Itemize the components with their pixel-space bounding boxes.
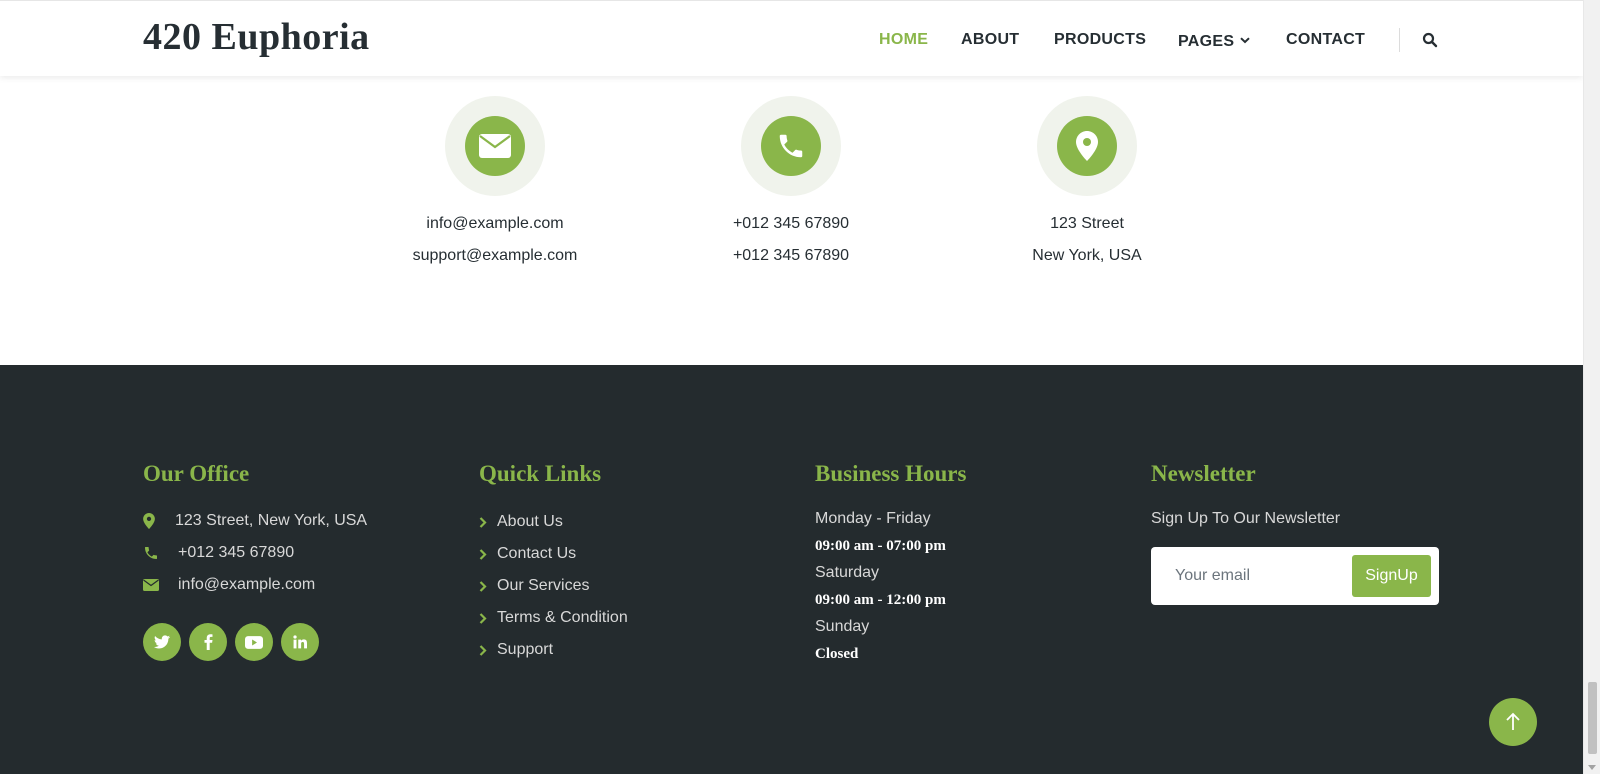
nav-divider [1399, 28, 1400, 52]
phone-icon [761, 116, 821, 176]
chevron-right-icon [479, 516, 497, 528]
quick-link-services[interactable]: Our Services [479, 570, 779, 602]
office-address-row: 123 Street, New York, USA [143, 505, 443, 537]
contact-email-block: info@example.com support@example.com [385, 96, 605, 272]
chevron-right-icon [479, 612, 497, 624]
phone-icon [143, 545, 178, 561]
scroll-down-arrow-icon[interactable] [1588, 765, 1596, 770]
page: 420 Euphoria HOME ABOUT PRODUCTS PAGES C… [0, 0, 1583, 774]
footer-hours-title: Business Hours [815, 461, 967, 486]
chevron-right-icon [479, 548, 497, 560]
hours-saturday-time: 09:00 am - 12:00 pm [815, 592, 946, 608]
search-icon[interactable] [1422, 32, 1440, 50]
nav-item-pages[interactable]: PAGES [1178, 31, 1251, 51]
chevron-right-icon [479, 580, 497, 592]
contact-email-2[interactable]: support@example.com [385, 240, 605, 272]
quick-link-label: Support [497, 641, 554, 658]
nav-item-pages-label: PAGES [1178, 33, 1235, 50]
arrow-up-icon [1506, 712, 1520, 730]
footer-office: Our Office 123 Street, New York, USA +01… [143, 461, 443, 661]
office-address: 123 Street, New York, USA [175, 512, 368, 529]
nav-item-home[interactable]: HOME [879, 31, 928, 49]
signup-button[interactable]: SignUp [1352, 555, 1431, 597]
nav-item-contact[interactable]: CONTACT [1286, 31, 1365, 49]
youtube-icon[interactable] [235, 623, 273, 661]
hours-saturday-label: Saturday [815, 564, 880, 581]
contact-address-icon-ring [1037, 96, 1137, 196]
newsletter-text: Sign Up To Our Newsletter [1151, 510, 1341, 527]
back-to-top-button[interactable] [1489, 698, 1537, 746]
contact-address-1: 123 Street [1050, 215, 1124, 232]
hours-sunday-label: Sunday [815, 618, 870, 635]
footer-business-hours: Business Hours Monday - Friday 09:00 am … [815, 461, 1115, 667]
office-email[interactable]: info@example.com [178, 576, 315, 594]
contact-address-block: 123 Street New York, USA [977, 96, 1197, 272]
map-marker-icon [1057, 116, 1117, 176]
scrollbar-thumb[interactable] [1588, 682, 1597, 754]
navbar: 420 Euphoria HOME ABOUT PRODUCTS PAGES C… [0, 0, 1583, 76]
footer-newsletter-title: Newsletter [1151, 461, 1256, 486]
footer-quick-links: Quick Links About Us Contact Us Our Serv… [479, 461, 779, 666]
footer: Our Office 123 Street, New York, USA +01… [0, 365, 1583, 774]
envelope-icon [465, 116, 525, 176]
contact-phone-1[interactable]: +012 345 67890 [681, 208, 901, 240]
twitter-icon[interactable] [143, 623, 181, 661]
linkedin-icon[interactable] [281, 623, 319, 661]
map-marker-icon [143, 513, 175, 529]
footer-office-title: Our Office [143, 461, 250, 486]
chevron-right-icon [479, 644, 497, 656]
contact-phone-icon-ring [741, 96, 841, 196]
nav-item-about[interactable]: ABOUT [961, 31, 1019, 49]
chevron-down-icon [1240, 31, 1251, 49]
facebook-icon[interactable] [189, 623, 227, 661]
hours-sunday-time: Closed [815, 646, 859, 662]
social-links [143, 623, 443, 661]
contact-phone-block: +012 345 67890 +012 345 67890 [681, 96, 901, 272]
contact-email-icon-ring [445, 96, 545, 196]
footer-quick-links-title: Quick Links [479, 461, 602, 486]
nav-item-products[interactable]: PRODUCTS [1054, 31, 1146, 49]
quick-link-terms[interactable]: Terms & Condition [479, 602, 779, 634]
footer-newsletter: Newsletter Sign Up To Our Newsletter Sig… [1151, 461, 1451, 605]
office-phone[interactable]: +012 345 67890 [178, 544, 294, 562]
envelope-icon [143, 579, 178, 591]
newsletter-email-input[interactable] [1151, 547, 1351, 605]
quick-link-support[interactable]: Support [479, 634, 779, 666]
contact-phone-2[interactable]: +012 345 67890 [681, 240, 901, 272]
office-email-row: info@example.com [143, 569, 443, 601]
main-nav: HOME ABOUT PRODUCTS PAGES CONTACT [0, 31, 1583, 51]
quick-link-label: Terms & Condition [497, 609, 628, 626]
contact-email-1[interactable]: info@example.com [385, 208, 605, 240]
quick-link-label: Our Services [497, 577, 590, 594]
vertical-scrollbar[interactable] [1583, 0, 1600, 774]
contact-address-2: New York, USA [1032, 247, 1142, 264]
quick-link-contact[interactable]: Contact Us [479, 538, 779, 570]
quick-link-label: Contact Us [497, 545, 577, 562]
hours-weekday-time: 09:00 am - 07:00 pm [815, 538, 946, 554]
quick-link-about[interactable]: About Us [479, 506, 779, 538]
quick-link-label: About Us [497, 513, 563, 530]
newsletter-form: SignUp [1151, 547, 1439, 605]
office-phone-row: +012 345 67890 [143, 537, 443, 569]
hours-weekday-label: Monday - Friday [815, 510, 931, 527]
